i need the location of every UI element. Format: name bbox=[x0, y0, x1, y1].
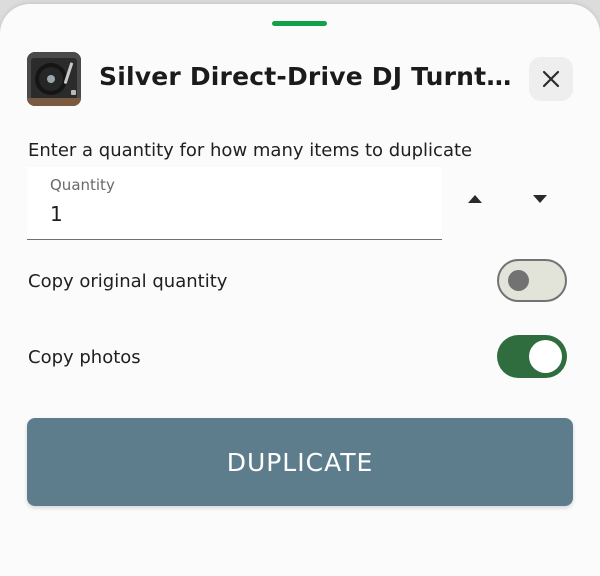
arrow-down-icon bbox=[533, 195, 547, 203]
arrow-up-icon bbox=[468, 195, 482, 203]
copy-photos-toggle[interactable] bbox=[497, 335, 567, 378]
instruction-text: Enter a quantity for how many items to d… bbox=[28, 140, 473, 161]
duplicate-bottom-sheet: Silver Direct-Drive DJ Turntable Enter a… bbox=[0, 4, 600, 576]
decrement-button[interactable] bbox=[525, 184, 555, 214]
increment-button[interactable] bbox=[460, 184, 490, 214]
close-button[interactable] bbox=[529, 57, 573, 101]
drag-handle[interactable] bbox=[272, 21, 327, 26]
item-title: Silver Direct-Drive DJ Turntable bbox=[99, 62, 519, 91]
toggle-knob bbox=[508, 270, 529, 291]
item-thumbnail bbox=[27, 52, 81, 106]
quantity-input[interactable] bbox=[50, 202, 410, 226]
quantity-label: Quantity bbox=[50, 176, 115, 194]
duplicate-button[interactable]: DUPLICATE bbox=[27, 418, 573, 506]
quantity-field[interactable]: Quantity bbox=[27, 167, 442, 240]
copy-photos-label: Copy photos bbox=[28, 347, 141, 368]
copy-quantity-label: Copy original quantity bbox=[28, 271, 228, 292]
close-icon bbox=[542, 70, 560, 88]
copy-quantity-toggle[interactable] bbox=[497, 259, 567, 302]
toggle-knob bbox=[529, 340, 562, 373]
